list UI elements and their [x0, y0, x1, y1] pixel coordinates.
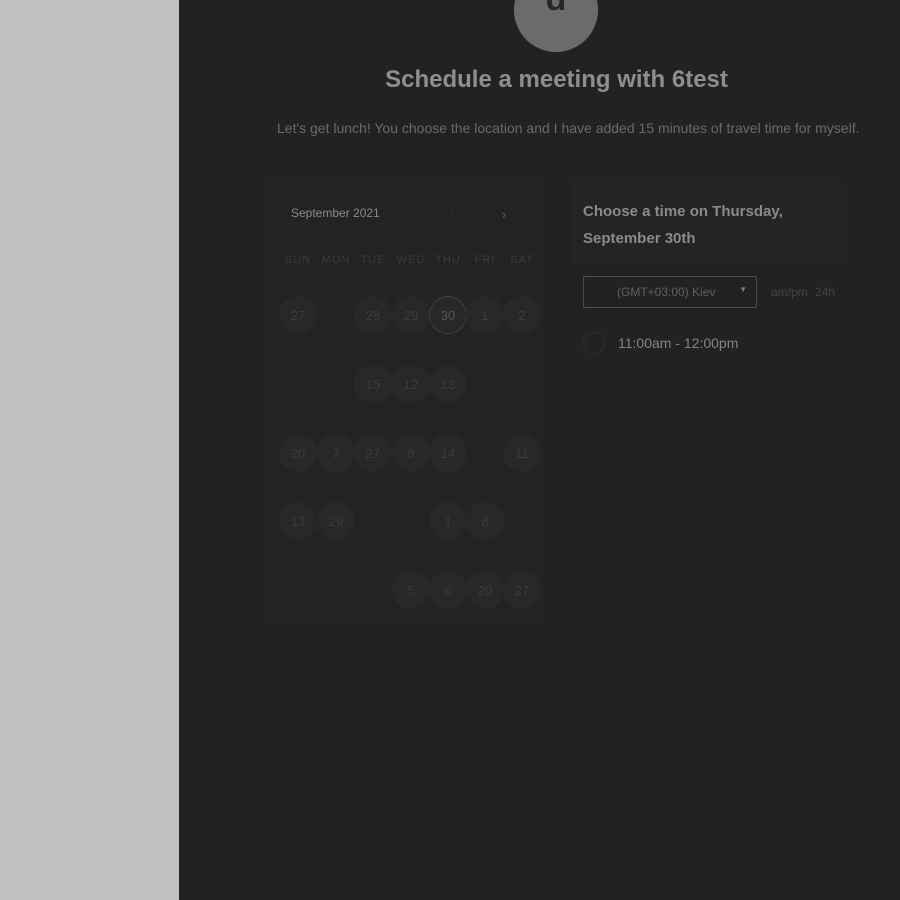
time-heading-card: Choose a time on Thursday, September 30t…	[572, 180, 842, 265]
timezone-select[interactable]: (GMT+03:00) Kiev ▼	[583, 276, 757, 308]
calendar-day[interactable]: 14	[429, 434, 467, 472]
scheduling-panel: d Schedule a meeting with 6test Let's ge…	[179, 0, 900, 900]
chevron-left-icon[interactable]: ‹	[441, 202, 461, 222]
calendar-day[interactable]: 8	[392, 434, 430, 472]
weekday-label: SAT	[510, 254, 534, 266]
time-format-toggle[interactable]: am/pm 24h	[771, 285, 839, 299]
page-description: Let's get lunch! You choose the location…	[277, 120, 860, 136]
month-label: September 2021	[291, 206, 380, 220]
caret-down-icon: ▼	[739, 285, 747, 294]
calendar-day[interactable]: 1	[429, 502, 467, 540]
calendar-day[interactable]: 20	[279, 434, 317, 472]
weekday-label: THU	[435, 254, 461, 266]
calendar-day[interactable]: 5	[392, 571, 430, 609]
calendar-day[interactable]: 11	[503, 434, 541, 472]
format-24h-option[interactable]: 24h	[815, 285, 835, 299]
time-heading: Choose a time on Thursday, September 30t…	[583, 203, 783, 247]
time-slot[interactable]: 11:00am - 12:00pm	[583, 330, 738, 356]
time-slot-label: 11:00am - 12:00pm	[618, 335, 739, 351]
calendar-day[interactable]: 28	[354, 296, 392, 334]
avatar: d	[514, 0, 598, 52]
chevron-right-icon[interactable]: ›	[494, 204, 514, 224]
timezone-value: (GMT+03:00) Kiev	[617, 285, 716, 299]
calendar-day[interactable]: 1	[466, 296, 504, 334]
calendar-day[interactable]: 13	[279, 502, 317, 540]
calendar-day-selected[interactable]: 30	[429, 296, 467, 334]
calendar-day[interactable]: 12	[392, 365, 430, 403]
radio-icon[interactable]	[583, 332, 605, 354]
weekday-label: MON	[321, 254, 351, 266]
calendar-day[interactable]: 13	[429, 365, 467, 403]
calendar-day[interactable]: 29	[392, 296, 430, 334]
calendar-day[interactable]: 6	[429, 571, 467, 609]
page-title: Schedule a meeting with 6test	[385, 66, 728, 93]
calendar-day[interactable]: 27	[354, 434, 392, 472]
weekday-label: TUE	[360, 254, 386, 266]
calendar-day[interactable]: 27	[503, 571, 541, 609]
weekday-label: SUN	[284, 254, 312, 266]
calendar-day[interactable]: 2	[503, 296, 541, 334]
weekday-label: FRI	[474, 254, 496, 266]
weekday-label: WED	[396, 254, 426, 266]
calendar-day[interactable]: 15	[354, 365, 392, 403]
calendar-day[interactable]: 8	[466, 502, 504, 540]
calendar-day[interactable]: 29	[317, 502, 355, 540]
calendar-day[interactable]: 7	[317, 434, 355, 472]
avatar-letter: d	[546, 0, 567, 16]
left-sidebar	[0, 0, 179, 900]
calendar: September 2021 ‹ › SUN MON TUE WED THU F…	[266, 180, 546, 620]
format-ampm-option[interactable]: am/pm	[771, 285, 808, 299]
calendar-day[interactable]: 27	[279, 296, 317, 334]
calendar-day[interactable]: 20	[466, 571, 504, 609]
